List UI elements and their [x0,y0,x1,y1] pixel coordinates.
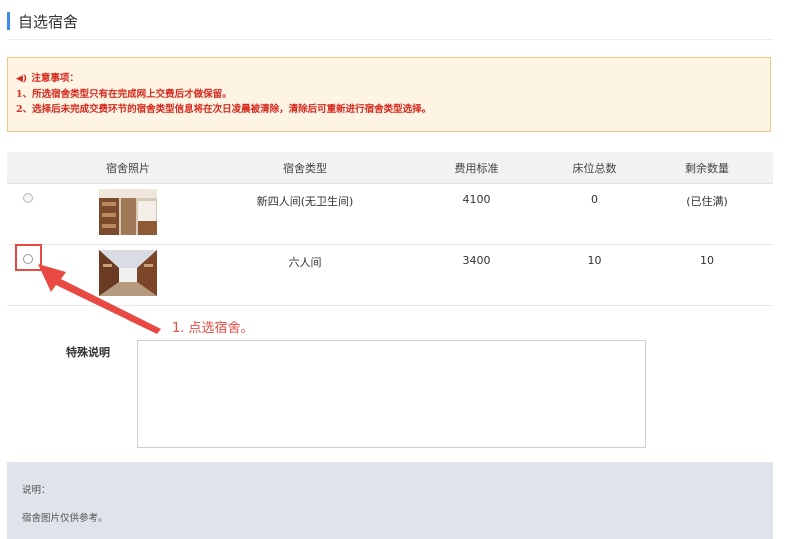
dorm-table: 宿舍照片 宿舍类型 费用标准 床位总数 剩余数量 新四人间(无卫生间) 4100… [7,152,773,306]
dorm-type: 新四人间(无卫生间) [205,183,405,245]
column-header-type: 宿舍类型 [205,152,405,184]
footer-text: 宿舍图片仅供参考。 [22,513,108,524]
photo-cell [51,244,205,306]
table-header-row: 宿舍照片 宿舍类型 费用标准 床位总数 剩余数量 [7,152,773,184]
radio-highlight-box [15,244,42,271]
page-title: 自选宿舍 [18,12,79,31]
header-divider [7,39,773,40]
dorm-photo-six-person [99,250,157,296]
special-label: 特殊说明 [66,346,110,359]
notice-line-2: 2、选择后未完成交费环节的宿舍类型信息将在次日凌晨被清除，清除后可重新进行宿舍类… [16,104,432,115]
table-row: 六人间 3400 10 10 [7,244,773,306]
table-row: 新四人间(无卫生间) 4100 0 (已住满) [7,183,773,245]
dorm-total-beds: 10 [548,244,641,306]
dorm-fee: 4100 [405,183,548,245]
dorm-remaining: 10 [641,244,773,306]
notice-box: ◀) 注意事项： 1、所选宿舍类型只有在完成网上交费后才做保留。 2、选择后未完… [7,57,771,132]
notice-line-1: 1、所选宿舍类型只有在完成网上交费后才做保留。 [16,89,232,100]
column-header-remaining: 剩余数量 [641,152,773,184]
photo-cell [51,183,205,245]
footer-note: 说明： 宿舍图片仅供参考。 [7,462,773,539]
dorm-photo-four-person [99,189,157,235]
special-notes-textarea[interactable] [137,340,646,448]
column-header-fee: 费用标准 [405,152,548,184]
select-cell [7,183,51,245]
speaker-icon: ◀) [16,74,28,84]
dorm-fee: 3400 [405,244,548,306]
annotation-text: 1. 点选宿舍。 [172,321,254,336]
title-accent-bar [7,12,10,30]
notice-heading-line: ◀) 注意事项： [16,71,770,87]
dorm-remaining-full: (已住满) [641,183,773,245]
dorm-type: 六人间 [205,244,405,306]
notice-heading: 注意事项： [31,73,79,84]
page-header: 自选宿舍 [7,11,78,31]
dorm-radio-disabled [23,193,33,203]
dorm-total-beds: 0 [548,183,641,245]
column-header-select [7,152,51,184]
footer-label: 说明： [22,485,51,496]
column-header-total-beds: 床位总数 [548,152,641,184]
column-header-photo: 宿舍照片 [51,152,205,184]
